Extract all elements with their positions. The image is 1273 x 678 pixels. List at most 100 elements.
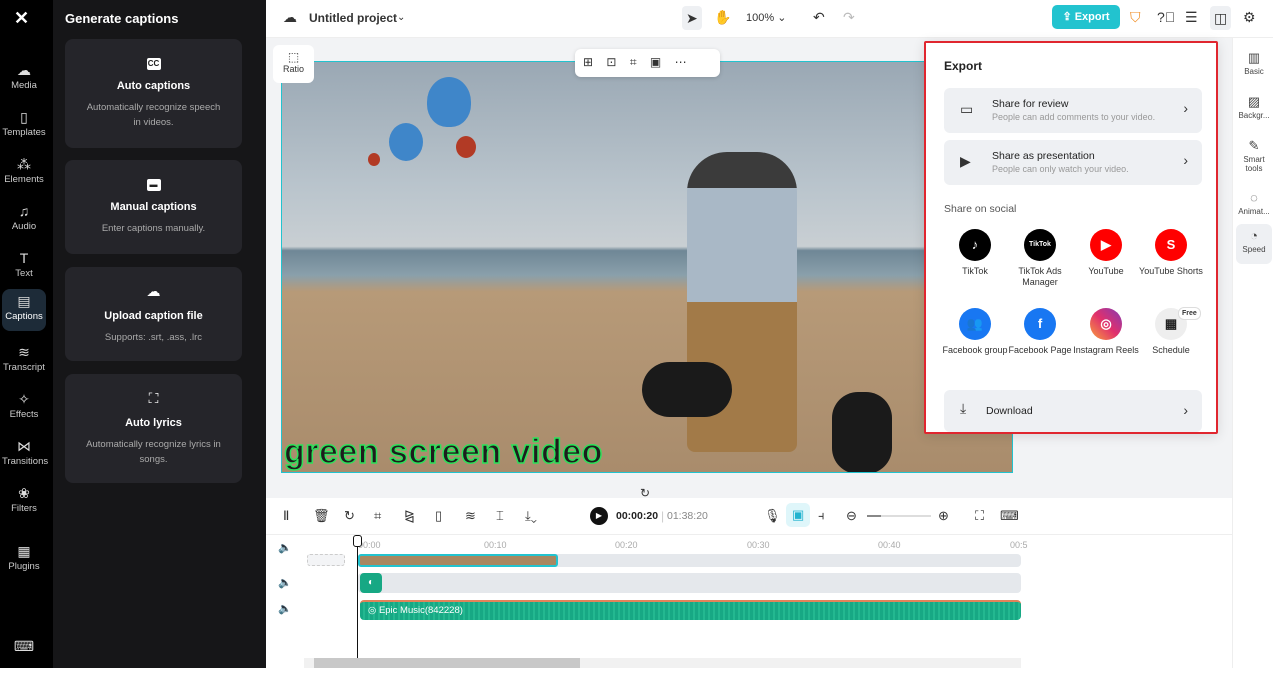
focus-icon[interactable]: ⊡ (606, 55, 616, 69)
fullscreen-icon[interactable]: ⛶ (975, 508, 984, 524)
rrail-basic[interactable]: ▥ Basic (1236, 46, 1272, 76)
zoom-out-icon[interactable]: ⊖ (846, 508, 857, 524)
freeze-icon[interactable]: ▯ (435, 508, 442, 524)
trim-icon[interactable]: ⌶ (496, 508, 504, 524)
tick: 00:40 (878, 540, 901, 550)
rail-transcript[interactable]: ≋ Transcript (2, 340, 46, 384)
card-desc: Automatically recognize lyrics in songs. (86, 439, 221, 465)
horizontal-scrollbar[interactable] (304, 658, 1021, 668)
zoom-in-icon[interactable]: ⊕ (938, 508, 949, 524)
social-facebook-page[interactable]: f Facebook Page (1007, 308, 1073, 356)
align-icon[interactable]: ⫞ (818, 508, 825, 524)
microphone-icon[interactable]: 🎙 (764, 508, 781, 524)
mute-icon[interactable]: 🔈 (278, 541, 292, 554)
panel-layout-icon[interactable]: ◫ (1210, 6, 1232, 30)
remove-bg-icon[interactable]: ≋ (465, 508, 476, 524)
select-tool-icon[interactable]: ➤ (682, 6, 702, 30)
crop-icon[interactable]: ⌗ (374, 508, 381, 524)
rail-media[interactable]: ☁ Media (2, 58, 46, 102)
track-placeholder (307, 554, 345, 566)
crop-icon[interactable]: ⌗ (630, 55, 637, 69)
social-tiktok-ads[interactable]: TikTok TikTok Ads Manager (1007, 229, 1073, 288)
mute-icon[interactable]: 🔈 (278, 602, 292, 615)
zoom-value: 100% (746, 12, 775, 24)
ratio-button[interactable]: ⬚ Ratio (273, 45, 314, 83)
chevron-down-icon[interactable]: ⌄ (397, 12, 405, 23)
social-label: YouTube Shorts (1139, 266, 1203, 276)
rrail-background[interactable]: ▨ Backgr... (1236, 90, 1272, 120)
caption-text[interactable]: green screen video (283, 432, 603, 472)
mask-icon[interactable]: ▣ (650, 55, 661, 69)
canvas-toolbar: ⊞ ⊡ ⌗ ▣ ⋯ (575, 49, 720, 77)
hand-tool-icon[interactable]: ✋ (714, 9, 731, 26)
music-icon: ♫ (18, 203, 30, 219)
rail-transitions[interactable]: ⋈ Transitions (2, 434, 48, 478)
rail-captions[interactable]: ▤ Captions (2, 289, 46, 331)
chevron-right-icon: › (1183, 152, 1188, 168)
social-youtube-shorts[interactable]: S YouTube Shorts (1138, 229, 1204, 277)
social-label: Facebook group (942, 345, 1008, 355)
social-label: TikTok Ads Manager (1018, 266, 1062, 287)
download-icon[interactable]: ⤓⌄ (525, 508, 537, 524)
rrail-speed[interactable]: ◔ Speed (1236, 224, 1272, 264)
rail-text[interactable]: T Text (2, 246, 46, 290)
option-title: Share for review (992, 98, 1069, 110)
share-as-presentation[interactable]: ▶ Share as presentation People can only wa… (944, 140, 1202, 185)
text-icon: T (19, 250, 29, 266)
social-schedule[interactable]: ▦ Schedule Free (1138, 307, 1204, 356)
label: Backgr... (1238, 111, 1270, 120)
play-button[interactable]: ▶ (590, 507, 608, 525)
rail-templates[interactable]: ▯ Templates (2, 105, 46, 149)
video-preview[interactable]: green screen video (281, 61, 1013, 473)
rrail-smart-tools[interactable]: ✎ Smart tools (1236, 134, 1272, 173)
captions-icon: ▤ (17, 293, 31, 309)
video-clip[interactable] (358, 554, 558, 567)
export-button[interactable]: ⇪ Export (1052, 5, 1120, 29)
undo-icon[interactable]: ↶ (813, 9, 825, 26)
help-icon[interactable]: ?⃝ (1157, 9, 1175, 25)
shield-icon[interactable]: ⛉ (1130, 9, 1141, 26)
layers-icon[interactable]: ☰ (1185, 9, 1198, 26)
manual-captions-card[interactable]: ▬ Manual captions Enter captions manually. (65, 160, 242, 254)
more-icon[interactable]: ⋯ (675, 55, 687, 69)
replay-icon[interactable]: ↻ (344, 508, 355, 524)
auto-captions-card[interactable]: CC Auto captions Automatically recognize s… (65, 39, 242, 148)
rail-filters[interactable]: ❀ Filters (2, 481, 46, 525)
upload-caption-card[interactable]: ☁ Upload caption file Supports: .srt, .ass… (65, 267, 242, 361)
settings-icon[interactable]: ⚙ (1243, 9, 1256, 26)
rail-plugins[interactable]: ▦ Plugins (2, 539, 46, 583)
zoom-slider[interactable] (867, 515, 931, 517)
social-youtube[interactable]: ▶ YouTube (1073, 229, 1139, 277)
share-for-review[interactable]: ▭ Share for review People can add comments… (944, 88, 1202, 133)
mirror-icon[interactable]: ⧎ (404, 508, 415, 524)
keyboard-shortcuts[interactable]: ⌨ (2, 634, 46, 678)
delete-icon[interactable]: 🗑 (313, 508, 330, 524)
share-on-social-label: Share on social (944, 203, 1017, 215)
presentation-icon: ▶ (960, 153, 971, 169)
social-tiktok[interactable]: ♪ TikTok (942, 229, 1008, 277)
cloud-upload-icon: ☁ (146, 283, 161, 299)
zoom-select[interactable]: 100% ⌄ (746, 11, 786, 24)
redo-icon[interactable]: ↷ (843, 9, 855, 26)
rail-elements[interactable]: ⁂ Elements (2, 152, 46, 196)
magnet-icon[interactable]: ▣ (786, 503, 811, 527)
card-title: Auto captions (116, 80, 191, 92)
music-clip[interactable]: ◎ Epic Music(842228) (360, 600, 1021, 620)
playhead[interactable] (353, 535, 362, 659)
preview-icon[interactable]: ⌨ (1000, 508, 1019, 524)
voice-clip[interactable]: ◐ (360, 573, 382, 593)
social-instagram-reels[interactable]: ◎ Instagram Reels (1073, 308, 1139, 356)
split-icon[interactable]: Ⅱ (283, 508, 289, 524)
ratio-icon: ⬚ (287, 50, 300, 64)
replace-icon[interactable]: ⊞ (583, 55, 593, 69)
auto-lyrics-card[interactable]: ⛶ Auto lyrics Automatically recognize lyri… (65, 374, 242, 483)
rrail-animation[interactable]: ◌ Animat... (1236, 186, 1272, 216)
timeline-divider (266, 534, 1232, 535)
social-label: TikTok (962, 266, 988, 276)
rail-effects[interactable]: ✧ Effects (2, 387, 46, 431)
download-button[interactable]: ⤓ Download › (944, 390, 1202, 432)
project-name[interactable]: Untitled project (309, 11, 397, 25)
social-facebook-group[interactable]: 👥 Facebook group (942, 308, 1008, 356)
rail-audio[interactable]: ♫ Audio (2, 199, 46, 243)
mute-icon[interactable]: 🔈 (278, 576, 292, 589)
